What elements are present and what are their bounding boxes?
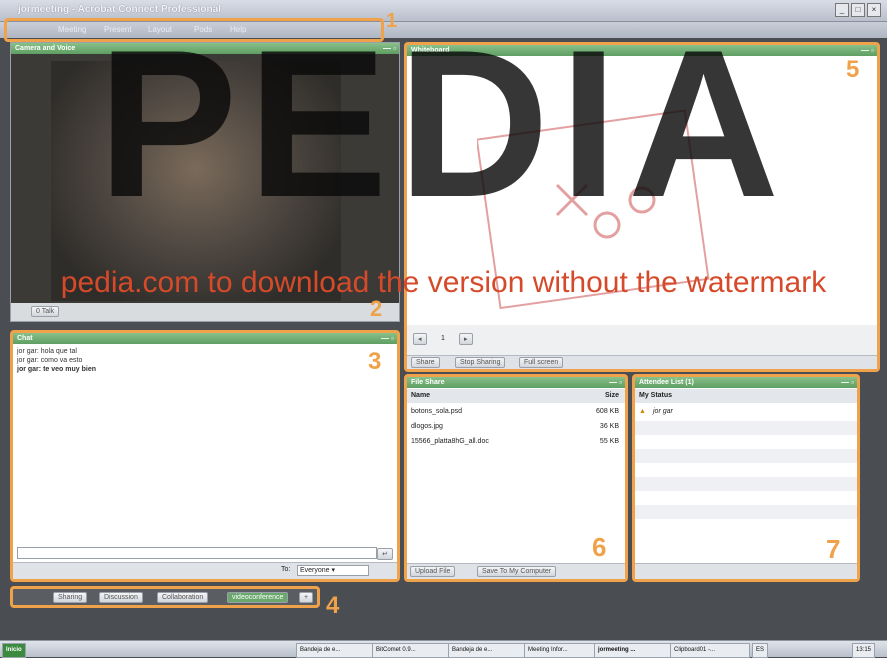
- upload-file-button[interactable]: Upload File: [410, 566, 456, 577]
- chat-input[interactable]: [17, 547, 377, 559]
- chat-toolbar: To: Everyone ▾: [13, 562, 397, 579]
- chat-message: jor gar: te veo muy bien: [17, 366, 96, 373]
- next-page-button[interactable]: ▸: [459, 333, 473, 345]
- to-label: To:: [281, 566, 291, 573]
- fileshare-header: File Share — ▫: [407, 377, 625, 388]
- whiteboard-toolbar: Share Stop Sharing Full screen: [407, 355, 877, 369]
- recipient-select[interactable]: Everyone ▾: [297, 565, 369, 576]
- minimize-button[interactable]: _: [835, 3, 849, 17]
- empty-row: [635, 505, 857, 519]
- send-button[interactable]: ↵: [377, 548, 393, 560]
- add-layout-button[interactable]: +: [299, 592, 314, 603]
- layout-tabs: Sharing Discussion Collaboration videoco…: [10, 586, 320, 608]
- taskbar-item[interactable]: jormeeting ...: [594, 643, 674, 658]
- empty-row: [635, 477, 857, 491]
- table-row[interactable]: 15566_platta8hG_all.doc 55 KB: [407, 435, 625, 449]
- attendee-row[interactable]: ▲ jor gar: [635, 405, 857, 419]
- table-row[interactable]: dlogos.jpg 36 KB: [407, 420, 625, 434]
- whiteboard-pager: ◂ 1 ▸: [407, 325, 877, 355]
- taskbar: Inicio Bandeja de e... BitComet 0.9... B…: [0, 640, 887, 658]
- callout-7: 7: [826, 534, 841, 564]
- video-toolbar: 0 Talk: [11, 303, 399, 321]
- clock: 13:15: [852, 643, 876, 658]
- taskbar-item[interactable]: Bandeja de e...: [448, 643, 528, 658]
- taskbar-item[interactable]: BitComet 0.9...: [372, 643, 452, 658]
- close-button[interactable]: ×: [867, 3, 881, 17]
- maximize-button[interactable]: □: [851, 3, 865, 17]
- full-screen-button[interactable]: Full screen: [519, 357, 564, 368]
- start-button[interactable]: Inicio: [2, 643, 26, 658]
- empty-row: [635, 449, 857, 463]
- stop-sharing-button[interactable]: Stop Sharing: [455, 357, 506, 368]
- taskbar-item[interactable]: Clipboard01 -...: [670, 643, 750, 658]
- callout-3: 3: [368, 348, 382, 375]
- prev-page-button[interactable]: ◂: [413, 333, 427, 345]
- chat-message: jor gar: como va esto: [17, 357, 83, 364]
- talk-button[interactable]: 0 Talk: [31, 306, 60, 317]
- chat-pod: Chat — ▫ jor gar: hola que tal jor gar: c…: [10, 330, 400, 582]
- tab-collaboration[interactable]: Collaboration: [157, 592, 209, 603]
- watermark-big: PEDIA: [97, 6, 790, 241]
- watermark-line: pedia.com to download the version withou…: [60, 266, 827, 299]
- fileshare-column-headers: Name Size: [407, 389, 625, 403]
- callout-4: 4: [326, 592, 340, 619]
- empty-row: [635, 421, 857, 435]
- taskbar-item[interactable]: Bandeja de e...: [296, 643, 376, 658]
- page-number: 1: [441, 335, 445, 342]
- share-button[interactable]: Share: [411, 357, 440, 368]
- attendee-header: Attendee List (1) — ▫: [635, 377, 857, 388]
- language-indicator[interactable]: ES: [752, 643, 769, 658]
- status-header[interactable]: My Status: [635, 389, 857, 403]
- save-to-computer-button[interactable]: Save To My Computer: [477, 566, 557, 577]
- taskbar-item[interactable]: Meeting Infor...: [524, 643, 598, 658]
- host-icon: ▲: [639, 408, 646, 415]
- chat-header: Chat — ▫: [13, 333, 397, 344]
- tab-sharing[interactable]: Sharing: [53, 592, 88, 603]
- chat-message: jor gar: hola que tal: [17, 348, 77, 355]
- fileshare-toolbar: Upload File Save To My Computer: [407, 563, 625, 579]
- chat-messages: jor gar: hola que tal jor gar: como va e…: [17, 347, 317, 374]
- table-row[interactable]: botons_sola.psd 608 KB: [407, 405, 625, 419]
- callout-6: 6: [592, 532, 607, 562]
- attendee-toolbar: [635, 563, 857, 579]
- tab-discussion[interactable]: Discussion: [99, 592, 143, 603]
- tab-videoconference[interactable]: videoconference: [227, 592, 289, 603]
